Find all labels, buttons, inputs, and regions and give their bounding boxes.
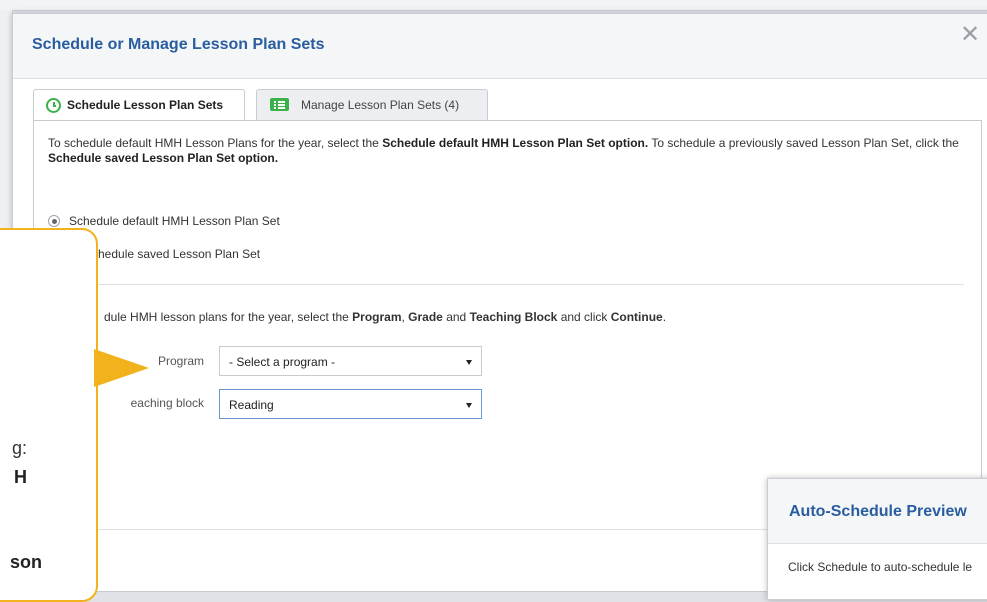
teaching-block-select[interactable]: Reading [219,389,482,419]
help-callout: g: H son [0,228,98,602]
instruction-bold: Grade [408,310,443,324]
program-select-value: - Select a program - [229,355,336,369]
chevron-down-icon [466,360,472,365]
callout-text: g: [12,438,28,458]
auto-schedule-preview-dialog: Auto-Schedule Preview Click Schedule to … [767,478,987,600]
instruction-text: dule HMH lesson plans for the year, sele… [104,310,666,324]
intro-text-part: To schedule default HMH Lesson Plans for… [48,136,383,150]
tab-manage-lesson-plan-sets[interactable]: Manage Lesson Plan Sets (4) [256,89,488,120]
intro-text-part: To schedule a previously saved Lesson Pl… [648,136,959,150]
list-icon [270,98,289,111]
clock-icon [46,98,61,113]
instruction-bold: Teaching Block [469,310,558,324]
intro-text-bold: Schedule default HMH Lesson Plan Set opt… [382,136,649,150]
callout-text: son [10,552,43,572]
instruction-part: and [442,310,470,324]
instruction-part: . [662,310,667,324]
chevron-down-icon [466,403,472,408]
instruction-part: and click [557,310,611,324]
radio-label: Schedule default HMH Lesson Plan Set [69,214,280,228]
preview-text: Click Schedule to auto-schedule le [788,560,973,574]
instruction-part: dule HMH lesson plans for the year, sele… [104,310,353,324]
tab-label: Schedule Lesson Plan Sets [67,98,224,112]
background-toolbar [0,0,987,11]
divider [48,284,964,285]
tab-label: Manage Lesson Plan Sets (4) [301,98,460,112]
intro-text-bold: Schedule saved Lesson Plan Set option. [48,151,279,165]
preview-header: Auto-Schedule Preview [768,479,987,544]
intro-text: To schedule default HMH Lesson Plans for… [48,136,973,166]
callout-text: H [14,467,27,487]
instruction-bold: Continue [610,310,663,324]
modal-header: Schedule or Manage Lesson Plan Sets ✕ [13,14,987,79]
program-select[interactable]: - Select a program - [219,346,482,376]
tab-schedule-lesson-plan-sets[interactable]: Schedule Lesson Plan Sets [33,89,245,121]
instruction-bold: Program [352,310,402,324]
preview-title: Auto-Schedule Preview [789,503,967,520]
teaching-block-select-value: Reading [229,398,274,412]
teaching-block-label: eaching block [130,396,204,410]
radio-label: hedule saved Lesson Plan Set [98,247,261,261]
close-button[interactable]: ✕ [959,23,981,47]
callout-arrow [94,349,149,387]
radio-button-checked[interactable] [48,215,60,227]
modal-title: Schedule or Manage Lesson Plan Sets [32,36,325,53]
